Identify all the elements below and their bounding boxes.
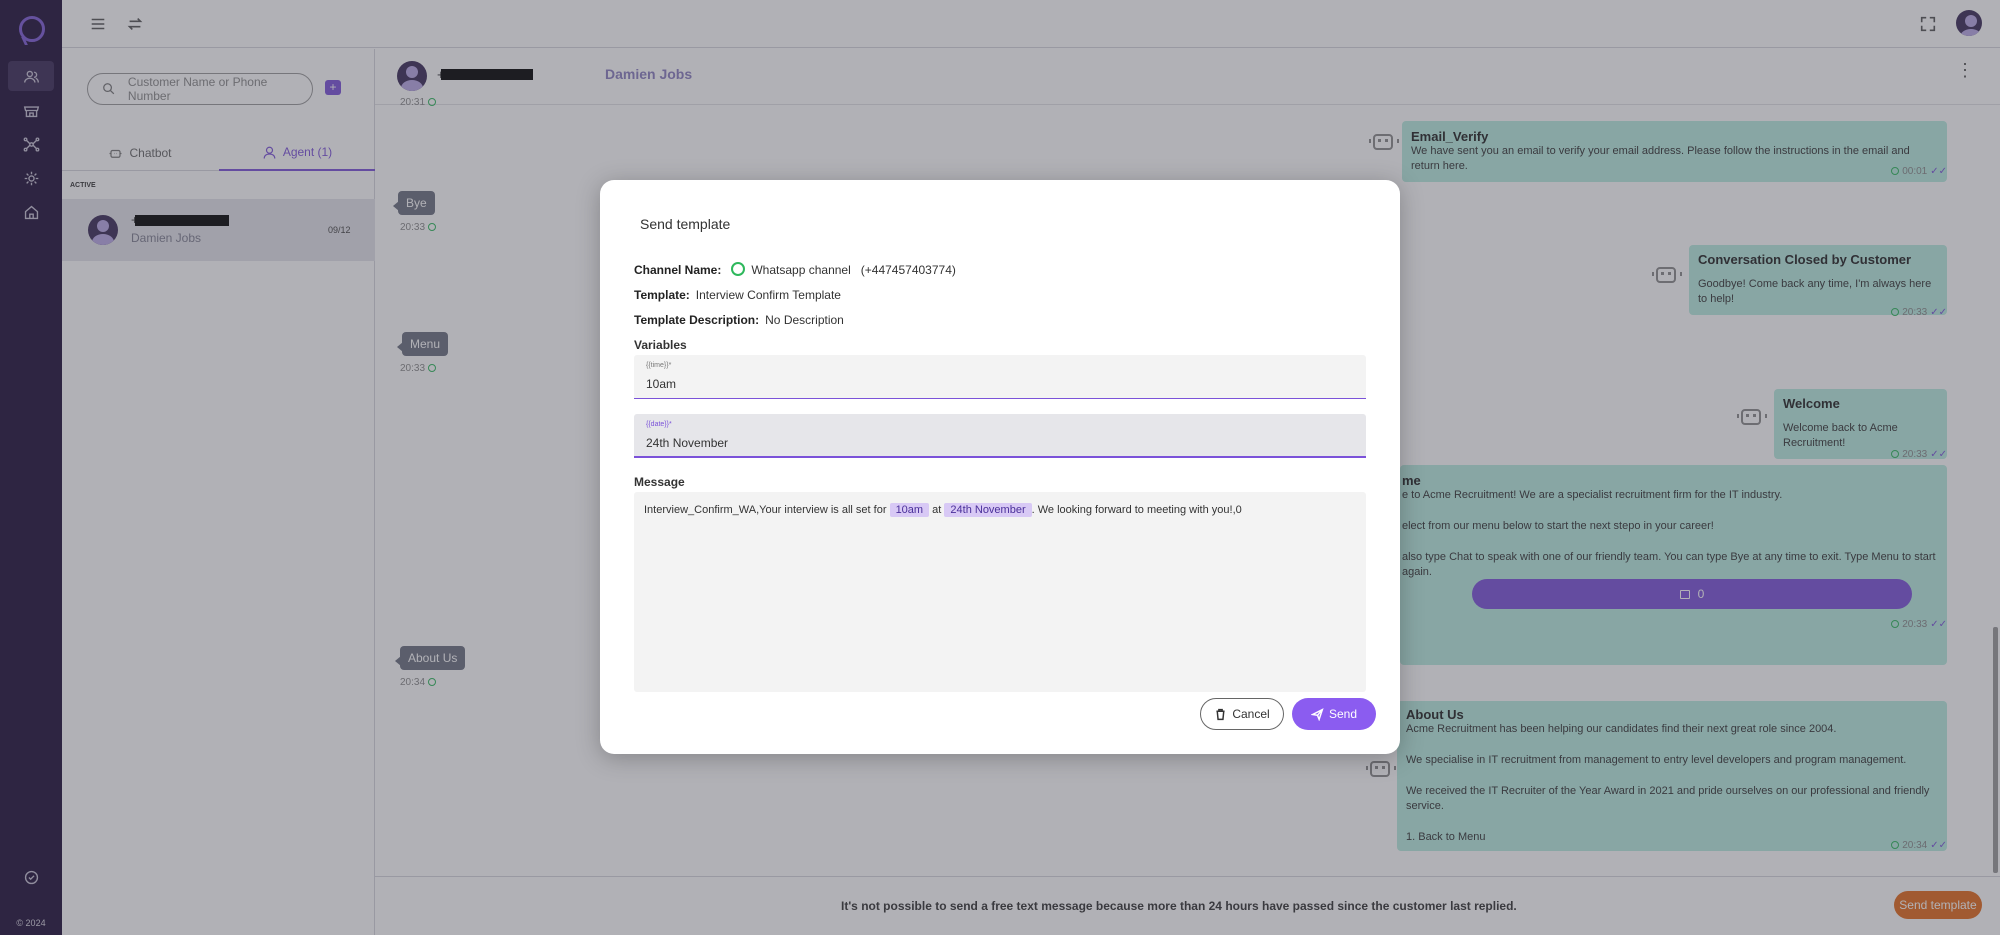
- send-button[interactable]: Send: [1292, 698, 1376, 730]
- field-value: 24th November: [646, 436, 729, 450]
- template-label: Template:: [634, 288, 690, 302]
- channel-value: Whatsapp channel: [751, 263, 851, 277]
- channel-label: Channel Name:: [634, 263, 722, 277]
- message-label: Message: [634, 475, 685, 489]
- variables-label: Variables: [634, 338, 687, 352]
- description-label: Template Description:: [634, 313, 760, 327]
- send-template-dialog: Send template Channel Name: Whatsapp chan…: [600, 180, 1400, 754]
- template-value: Interview Confirm Template: [695, 288, 841, 302]
- send-icon: [1310, 707, 1324, 721]
- description-value: No Description: [765, 313, 844, 327]
- send-button-label: Send: [1328, 707, 1358, 721]
- message-text: at: [932, 504, 942, 516]
- cancel-button[interactable]: Cancel: [1200, 698, 1284, 730]
- message-text: . We looking forward to meeting with you…: [1031, 504, 1242, 516]
- field-label: {{time}}*: [646, 362, 672, 369]
- message-variable-date: 24th November: [944, 503, 1032, 517]
- time-variable-field[interactable]: {{time}}* 10am: [634, 355, 1366, 399]
- channel-row: Channel Name: Whatsapp channel (+44745740…: [634, 262, 956, 277]
- message-variable-time: 10am: [889, 503, 930, 517]
- message-preview: Interview_Confirm_WA,Your interview is a…: [634, 492, 1366, 692]
- cancel-button-label: Cancel: [1232, 707, 1270, 721]
- template-row: Template: Interview Confirm Template: [634, 288, 841, 302]
- whatsapp-icon: [731, 262, 746, 276]
- date-variable-field[interactable]: {{date}}* 24th November: [634, 414, 1366, 458]
- field-value: 10am: [646, 377, 677, 391]
- description-row: Template Description: No Description: [634, 313, 844, 327]
- channel-number: (+447457403774): [860, 263, 956, 277]
- dialog-title: Send template: [640, 216, 731, 232]
- message-text: Interview_Confirm_WA,Your interview is a…: [644, 504, 887, 516]
- trash-icon: [1216, 708, 1225, 720]
- field-label: {{date}}*: [646, 421, 672, 428]
